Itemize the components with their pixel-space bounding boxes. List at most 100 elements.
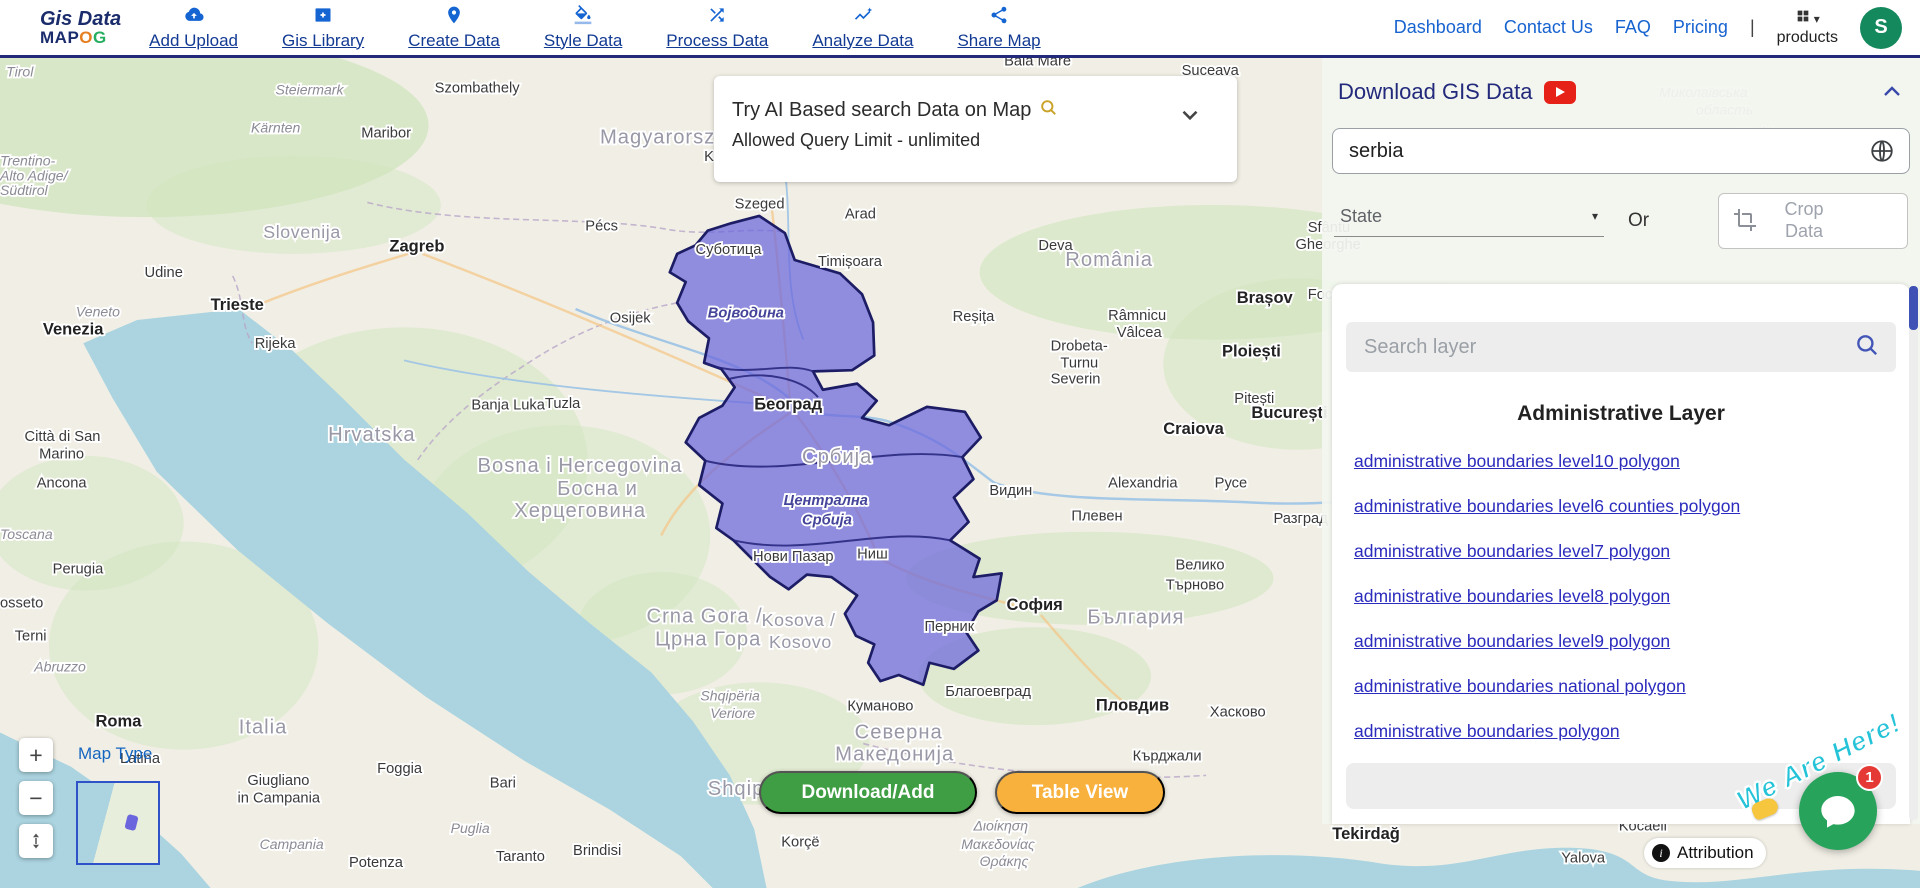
map-label: Благоевград (945, 684, 1031, 700)
zoom-in-button[interactable]: + (19, 738, 53, 772)
paint-fill-icon (573, 5, 593, 30)
logo-title: Gis Data (40, 9, 121, 29)
map-label: Београд (754, 394, 822, 413)
map-label: Zagreb (389, 236, 444, 255)
map-label: Kärnten (251, 120, 300, 136)
chevron-down-icon[interactable] (1177, 102, 1203, 128)
nav-item-label: Process Data (666, 31, 768, 51)
search-magnifier-icon (1039, 98, 1058, 123)
map-type-label[interactable]: Map Type (78, 744, 152, 764)
map-label: Пловдив (1096, 695, 1169, 714)
logo[interactable]: Gis Data MAPOG (40, 9, 121, 47)
map-label: Pécs (585, 219, 618, 235)
map-label: Severin (1051, 372, 1101, 388)
layer-link[interactable]: administrative boundaries polygon (1354, 723, 1620, 741)
crop-button-label: Crop Data (1769, 199, 1839, 242)
state-select[interactable]: State ▾ (1334, 206, 1604, 237)
pan-control-button[interactable] (19, 824, 53, 858)
map-label: Kosova / (762, 610, 836, 630)
zoom-out-button[interactable]: − (19, 781, 53, 815)
chevron-down-icon: ▾ (1592, 209, 1598, 223)
location-search-input[interactable] (1347, 139, 1869, 164)
map-label: Ancona (37, 476, 88, 492)
map-label: Alto Adige/ (0, 167, 70, 183)
map-label: България (1087, 607, 1184, 629)
map-label: Szeged (735, 197, 785, 213)
nav-item-style-data[interactable]: Style Data (544, 5, 622, 51)
ai-search-banner: Try AI Based search Data on Map Allowed … (714, 76, 1237, 182)
map-label: Διοίκηση (972, 817, 1028, 833)
chat-bubble-icon (1818, 791, 1858, 831)
map-label: Trentino- (0, 153, 56, 169)
map-label: Bosna i Hercegovina (478, 455, 683, 477)
nav-item-analyze-data[interactable]: Analyze Data (812, 5, 913, 51)
panel-scrollbar[interactable] (1909, 286, 1918, 820)
products-menu[interactable]: ▾ products (1777, 8, 1838, 47)
map-label: Русе (1215, 476, 1248, 492)
user-avatar[interactable]: S (1860, 7, 1902, 49)
layer-link[interactable]: administrative boundaries level7 polygon (1354, 543, 1670, 561)
map-label: Перник (924, 619, 974, 635)
map-label: Maribor (361, 126, 411, 142)
map-label: Giugliano (247, 773, 309, 789)
layer-link[interactable]: administrative boundaries level10 polygo… (1354, 453, 1680, 471)
map-label: Città di San (24, 429, 100, 445)
crop-data-button[interactable]: Crop Data (1718, 193, 1908, 249)
globe-icon[interactable] (1869, 138, 1895, 164)
map-label: София (1007, 595, 1063, 614)
nav-item-add-upload[interactable]: Add Upload (149, 5, 238, 51)
location-search-box (1332, 128, 1910, 174)
layer-link[interactable]: administrative boundaries level9 polygon (1354, 633, 1670, 651)
panel-scrollbar-thumb[interactable] (1909, 286, 1918, 330)
layer-link[interactable]: administrative boundaries level8 polygon (1354, 588, 1670, 606)
map-label: Roma (96, 711, 143, 730)
shuffle-icon (707, 5, 727, 30)
nav-link-contact-us[interactable]: Contact Us (1504, 17, 1593, 38)
map-label: Србија (802, 512, 852, 528)
search-icon[interactable] (1854, 332, 1880, 363)
or-label: Or (1628, 210, 1649, 232)
nav-item-create-data[interactable]: Create Data (408, 5, 500, 51)
map-label: Trieste (211, 295, 264, 314)
map-label: Македонија (835, 744, 954, 766)
nav-right: Dashboard Contact Us FAQ Pricing | ▾ pro… (1394, 7, 1902, 49)
nav-item-gis-library[interactable]: Gis Library (282, 5, 364, 51)
map-label: Србија (802, 446, 872, 468)
panel-title[interactable]: Download GIS Data (1338, 79, 1532, 105)
map-label: București (1251, 403, 1327, 422)
page: { "nav": { "logo": {"title": "Gis Data",… (0, 0, 1920, 888)
nav-item-label: Add Upload (149, 31, 238, 51)
nav-item-process-data[interactable]: Process Data (666, 5, 768, 51)
map-label: Μακεδονίας (961, 836, 1035, 852)
map-label: Udine (144, 265, 182, 281)
attribution-label: Attribution (1677, 843, 1754, 863)
download-add-button[interactable]: Download/Add (759, 771, 977, 814)
map-label: Toscana (0, 526, 53, 542)
map-label: Italia (239, 717, 288, 739)
nav-link-faq[interactable]: FAQ (1615, 17, 1651, 38)
products-grid-icon (1795, 8, 1811, 29)
nav-link-dashboard[interactable]: Dashboard (1394, 17, 1482, 38)
attribution-control[interactable]: i Attribution (1644, 838, 1766, 868)
layer-search-input[interactable] (1362, 335, 1854, 360)
map-label: in Campania (238, 790, 321, 806)
map-label: Rijeka (255, 336, 297, 352)
table-view-button[interactable]: Table View (995, 771, 1165, 814)
map-label: Brașov (1237, 288, 1294, 307)
map-label: Arad (845, 206, 876, 222)
nav-link-pricing[interactable]: Pricing (1673, 17, 1728, 38)
nav-item-share-map[interactable]: Share Map (957, 5, 1040, 51)
youtube-icon[interactable] (1544, 81, 1576, 104)
chevron-up-icon[interactable] (1880, 80, 1904, 104)
map-label: Хасково (1210, 705, 1266, 721)
minimap-preview[interactable] (76, 781, 160, 865)
panel-header: Download GIS Data (1332, 74, 1910, 110)
map-label: România (1065, 249, 1153, 271)
cloud-upload-icon (184, 5, 204, 30)
layer-link[interactable]: administrative boundaries level6 countie… (1354, 498, 1740, 516)
map-label: Војводина (708, 306, 784, 322)
map-label: Slovenija (263, 222, 341, 242)
map-label: Drobeta- (1051, 339, 1108, 355)
chat-unread-badge: 1 (1856, 764, 1883, 791)
layer-link[interactable]: administrative boundaries national polyg… (1354, 678, 1686, 696)
